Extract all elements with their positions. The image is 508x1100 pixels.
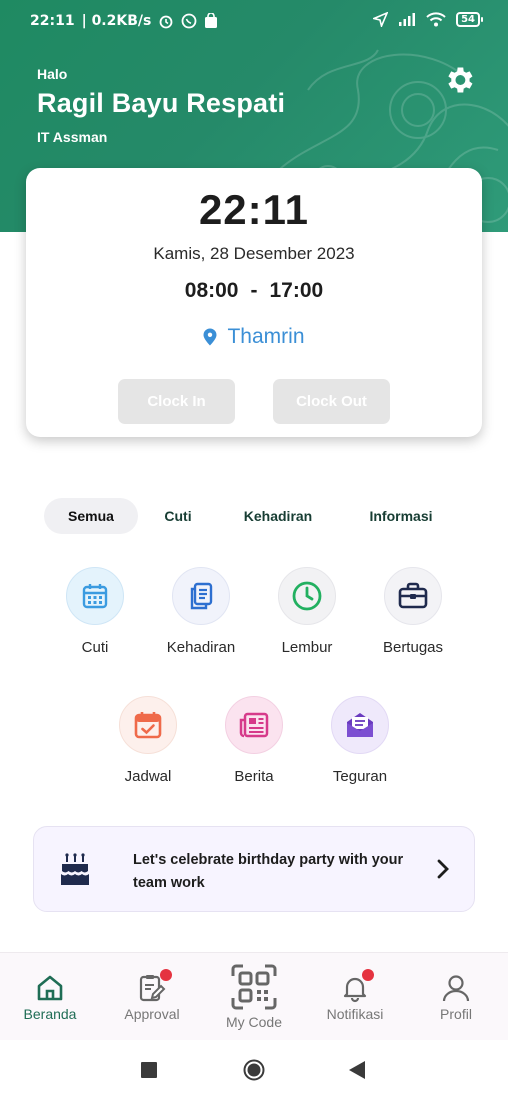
nav-label: Profil <box>440 1006 472 1022</box>
status-bar: 22:11 | 0.2KB/s 54 <box>0 0 508 40</box>
network-speed: | 0.2KB/s <box>81 13 152 29</box>
mail-open-icon <box>347 713 373 737</box>
greeting: Halo <box>37 66 68 82</box>
nav-label: Approval <box>124 1006 180 1022</box>
tab-semua[interactable]: Semua <box>44 498 138 534</box>
calendar-check-icon <box>134 712 162 739</box>
nav-label: My Code <box>225 1014 283 1030</box>
nav-profil[interactable]: Profil <box>406 973 506 1022</box>
menu-icon-bg <box>384 567 442 625</box>
location-arrow-icon <box>373 12 389 27</box>
clock-icon <box>292 581 322 611</box>
signal-icon <box>399 13 416 26</box>
attendance-card: 22:11 Kamis, 28 Desember 2023 08:00-17:0… <box>26 168 482 437</box>
birthday-banner[interactable]: Let's celebrate birthday party with your… <box>33 826 475 912</box>
menu-icon-bg <box>331 696 389 754</box>
menu-lembur[interactable]: Lembur <box>257 567 357 656</box>
shopping-bag-icon <box>205 13 218 28</box>
banner-text: Let's celebrate birthday party with your… <box>133 852 404 891</box>
status-time: 22:11 <box>30 13 75 29</box>
nav-icon-wrap <box>230 963 278 1011</box>
menu-label: Berita <box>234 768 274 785</box>
menu-label: Teguran <box>332 768 388 785</box>
qr-code-icon <box>231 964 277 1010</box>
menu-berita[interactable]: Berita <box>204 696 304 785</box>
menu-icon-bg <box>278 567 336 625</box>
nav-icon-wrap <box>441 973 471 1003</box>
menu-label: Bertugas <box>382 639 444 656</box>
menu-icon-bg <box>172 567 230 625</box>
tab-informasi[interactable]: Informasi <box>352 498 450 534</box>
battery-indicator: 54 <box>456 12 483 27</box>
notification-badge <box>362 969 374 981</box>
tab-cuti[interactable]: Cuti <box>148 498 208 534</box>
location-pin-icon <box>203 328 217 346</box>
menu-icon-bg <box>66 567 124 625</box>
recent-apps-icon[interactable] <box>141 1062 157 1078</box>
work-location: Thamrin <box>26 325 482 349</box>
nav-my-code[interactable]: My Code <box>204 963 304 1030</box>
shift-hours: 08:00-17:00 <box>26 279 482 303</box>
menu-label: Cuti <box>81 639 109 656</box>
menu-label: Jadwal <box>124 768 172 785</box>
wifi-icon <box>426 12 446 27</box>
back-icon[interactable] <box>349 1061 365 1079</box>
menu-bertugas[interactable]: Bertugas <box>363 567 463 656</box>
nav-notifikasi[interactable]: Notifikasi <box>305 969 405 1022</box>
user-icon <box>442 975 470 1002</box>
nav-beranda[interactable]: Beranda <box>0 973 100 1022</box>
menu-teguran[interactable]: Teguran <box>310 696 410 785</box>
shift-end: 17:00 <box>269 279 324 302</box>
current-time: 22:11 <box>198 186 310 233</box>
tab-kehadiran[interactable]: Kehadiran <box>228 498 328 534</box>
calendar-icon <box>82 584 108 609</box>
clock-in-button[interactable]: Clock In <box>118 379 235 424</box>
nav-icon-wrap <box>35 973 65 1003</box>
whatsapp-icon <box>181 13 197 29</box>
menu-label: Kehadiran <box>166 639 236 656</box>
menu-label: Lembur <box>281 639 333 656</box>
user-name: Ragil Bayu Respati <box>37 88 286 118</box>
menu-kehadiran[interactable]: Kehadiran <box>151 567 251 656</box>
shift-start: 08:00 <box>184 279 239 302</box>
location-name: Thamrin <box>227 325 305 348</box>
menu-jadwal[interactable]: Jadwal <box>98 696 198 785</box>
user-role: IT Assman <box>37 129 108 145</box>
nav-icon-wrap <box>137 969 172 1003</box>
menu-icon-bg <box>119 696 177 754</box>
shift-separator: - <box>250 279 258 302</box>
chevron-right-icon <box>437 859 449 879</box>
clock-out-button[interactable]: Clock Out <box>273 379 390 424</box>
home-button-icon[interactable] <box>243 1059 265 1081</box>
menu-cuti[interactable]: Cuti <box>45 567 145 656</box>
notification-badge <box>160 969 172 981</box>
bottom-navigation: Beranda Approval My Code Notifikasi Prof… <box>0 952 508 1040</box>
system-navigation-bar <box>0 1040 508 1100</box>
briefcase-icon <box>398 582 428 609</box>
nav-label: Beranda <box>23 1006 77 1022</box>
home-icon <box>37 975 63 1001</box>
cake-icon <box>61 853 89 885</box>
gear-icon[interactable] <box>442 63 476 97</box>
documents-icon <box>190 582 213 610</box>
nav-icon-wrap <box>340 969 374 1003</box>
current-date: Kamis, 28 Desember 2023 <box>153 244 355 263</box>
newspaper-icon <box>239 712 269 738</box>
alarm-icon <box>159 15 173 29</box>
nav-approval[interactable]: Approval <box>102 969 202 1022</box>
menu-icon-bg <box>225 696 283 754</box>
nav-label: Notifikasi <box>326 1006 384 1022</box>
